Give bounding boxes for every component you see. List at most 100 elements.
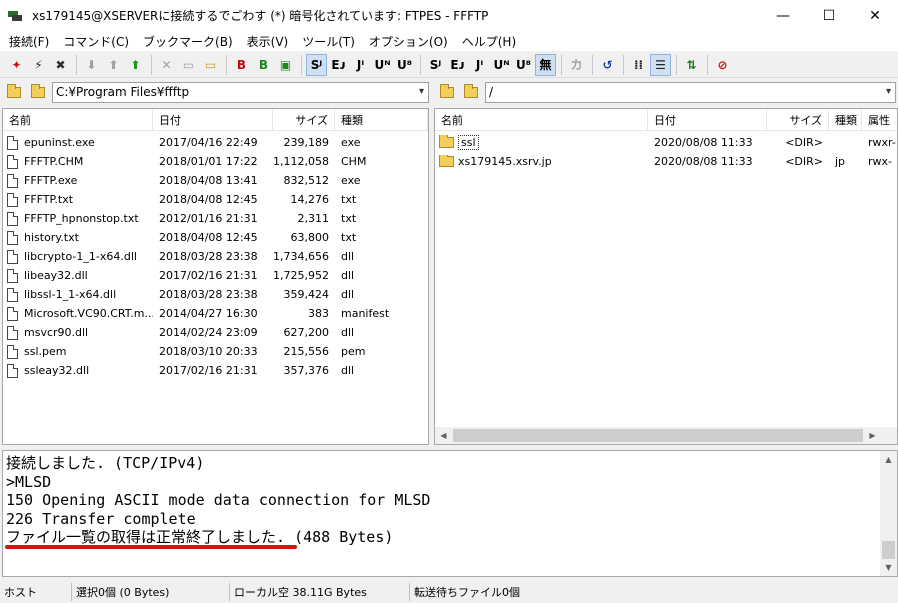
file-name-cell: FFFTP.txt bbox=[3, 192, 153, 207]
chevron-down-icon[interactable]: ▾ bbox=[886, 86, 891, 97]
dir-date: 2020/08/08 11:33 bbox=[654, 155, 753, 168]
rename-icon[interactable]: ▭ bbox=[178, 54, 199, 76]
remote-horizontal-scrollbar[interactable]: ◀ ▶ bbox=[435, 427, 897, 444]
table-row[interactable]: libcrypto-1_1-x64.dll 2018/03/28 23:38 1,7… bbox=[3, 247, 428, 266]
local-jis-icon[interactable]: Jᴵ bbox=[469, 54, 490, 76]
detail-view-icon[interactable]: ☰ bbox=[650, 53, 671, 76]
remote-col-date[interactable]: 日付 bbox=[648, 109, 767, 131]
menu-view[interactable]: 表示(V) bbox=[240, 33, 296, 50]
host-jis-icon[interactable]: Jᴵ bbox=[350, 54, 371, 76]
local-euc-icon[interactable]: Eᴊ bbox=[447, 54, 468, 76]
log-window[interactable]: 接続しました. (TCP/IPv4) >MLSD 150 Opening ASC… bbox=[2, 450, 898, 577]
menu-command[interactable]: コマンド(C) bbox=[56, 33, 136, 50]
file-name-cell: libcrypto-1_1-x64.dll bbox=[3, 249, 153, 264]
log-vertical-scrollbar[interactable]: ▲ ▼ bbox=[880, 451, 897, 576]
file-name: FFFTP_hpnonstop.txt bbox=[24, 212, 139, 225]
local-file-list[interactable]: 名前 日付 サイズ 種類 epuninst.exe 2017/04/16 22:4… bbox=[2, 108, 429, 445]
table-row[interactable]: ssl.pem 2018/03/10 20:33 215,556 pem bbox=[3, 342, 428, 361]
upload-icon[interactable]: ⬆ bbox=[103, 54, 124, 76]
chevron-down-icon[interactable]: ▾ bbox=[419, 86, 424, 97]
download-icon[interactable]: ⬇ bbox=[81, 54, 102, 76]
maximize-button[interactable]: ☐ bbox=[806, 0, 852, 31]
local-utf8n-icon[interactable]: Uᴺ bbox=[491, 54, 512, 76]
remote-col-attr[interactable]: 属性 bbox=[862, 109, 897, 131]
remote-col-name[interactable]: 名前 bbox=[435, 109, 648, 131]
delete-icon[interactable]: ✕ bbox=[156, 54, 177, 76]
local-col-date[interactable]: 日付 bbox=[153, 109, 273, 131]
scroll-thumb[interactable] bbox=[453, 429, 863, 442]
file-type: txt bbox=[341, 231, 357, 244]
local-up-folder-button[interactable] bbox=[4, 82, 24, 102]
disconnect-icon[interactable]: ✖ bbox=[50, 54, 71, 76]
table-row[interactable]: history.txt 2018/04/08 12:45 63,800 txt bbox=[3, 228, 428, 247]
title-bar: xs179145@XSERVERに接続するでごわす (*) 暗号化されています:… bbox=[0, 0, 898, 31]
list-view-icon[interactable]: ⁞⁞ bbox=[628, 54, 649, 76]
quick-connect-icon[interactable]: ⚡ bbox=[28, 54, 49, 76]
remote-path-row: / ▾ bbox=[433, 80, 898, 104]
toolbar-separator bbox=[707, 54, 708, 75]
table-row[interactable]: xs179145.xsrv.jp 2020/08/08 11:33 <DIR> jp r… bbox=[435, 152, 897, 171]
status-local-free: ローカル空 38.11G Bytes bbox=[230, 582, 410, 601]
mirror-upload-icon[interactable]: ⬆ bbox=[125, 54, 146, 76]
mkdir-icon[interactable]: ▭ bbox=[200, 54, 221, 76]
host-sjis-icon[interactable]: Sᴶ bbox=[306, 53, 327, 76]
menu-connect[interactable]: 接続(F) bbox=[2, 33, 56, 50]
auto-mode-icon[interactable]: ▣ bbox=[275, 54, 296, 76]
local-col-type[interactable]: 種類 bbox=[335, 109, 428, 131]
file-date: 2018/04/08 13:41 bbox=[159, 174, 258, 187]
host-euc-icon[interactable]: Eᴊ bbox=[328, 54, 349, 76]
table-row[interactable]: ssl 2020/08/08 11:33 <DIR> rwxr- bbox=[435, 133, 897, 152]
text-mode-icon[interactable]: B bbox=[231, 54, 252, 76]
file-date: 2017/02/16 21:31 bbox=[159, 364, 258, 377]
stop-icon[interactable]: ⊘ bbox=[712, 54, 733, 76]
menu-options[interactable]: オプション(O) bbox=[362, 33, 455, 50]
table-row[interactable]: FFFTP.exe 2018/04/08 13:41 832,512 exe bbox=[3, 171, 428, 190]
local-col-name[interactable]: 名前 bbox=[3, 109, 153, 131]
scroll-down-icon[interactable]: ▼ bbox=[880, 559, 897, 576]
scroll-up-icon[interactable]: ▲ bbox=[880, 451, 897, 468]
minimize-button[interactable]: — bbox=[760, 0, 806, 31]
table-row[interactable]: libssl-1_1-x64.dll 2018/03/28 23:38 359,42… bbox=[3, 285, 428, 304]
table-row[interactable]: ssleay32.dll 2017/02/16 21:31 357,376 dll bbox=[3, 361, 428, 380]
file-size: 832,512 bbox=[283, 174, 330, 187]
remote-file-list[interactable]: 名前 日付 サイズ 種類 属性 ssl 2020/08/08 11:33 <DIR>… bbox=[434, 108, 898, 445]
binary-mode-icon[interactable]: B bbox=[253, 54, 274, 76]
local-rows: epuninst.exe 2017/04/16 22:49 239,189 exe FF… bbox=[3, 133, 428, 380]
table-row[interactable]: epuninst.exe 2017/04/16 22:49 239,189 exe bbox=[3, 133, 428, 152]
local-open-folder-button[interactable] bbox=[28, 82, 48, 102]
table-row[interactable]: FFFTP_hpnonstop.txt 2012/01/16 21:31 2,311… bbox=[3, 209, 428, 228]
table-row[interactable]: Microsoft.VC90.CRT.m... 2014/04/27 16:30 3… bbox=[3, 304, 428, 323]
local-utf8-icon[interactable]: U⁸ bbox=[513, 54, 534, 76]
remote-col-type[interactable]: 種類 bbox=[829, 109, 862, 131]
file-name: libeay32.dll bbox=[24, 269, 88, 282]
menu-tools[interactable]: ツール(T) bbox=[295, 33, 362, 50]
remote-open-folder-button[interactable] bbox=[461, 82, 481, 102]
kana-icon[interactable]: カ bbox=[566, 54, 587, 76]
local-col-size[interactable]: サイズ bbox=[273, 109, 335, 131]
host-utf8n-icon[interactable]: Uᴺ bbox=[372, 54, 393, 76]
remote-up-folder-button[interactable] bbox=[437, 82, 457, 102]
ffftp-app-icon bbox=[8, 8, 24, 24]
remote-path-input[interactable]: / ▾ bbox=[485, 81, 896, 103]
connect-icon[interactable]: ✦ bbox=[6, 54, 27, 76]
table-row[interactable]: msvcr90.dll 2014/02/24 23:09 627,200 dll bbox=[3, 323, 428, 342]
no-convert-icon[interactable]: 無 bbox=[535, 53, 556, 76]
table-row[interactable]: FFFTP.CHM 2018/01/01 17:22 1,112,058 CHM bbox=[3, 152, 428, 171]
scroll-left-icon[interactable]: ◀ bbox=[435, 427, 452, 444]
local-path-input[interactable]: C:¥Program Files¥ffftp ▾ bbox=[52, 81, 429, 103]
table-row[interactable]: libeay32.dll 2017/02/16 21:31 1,725,952 dll bbox=[3, 266, 428, 285]
refresh-icon[interactable]: ↺ bbox=[597, 54, 618, 76]
host-utf8-icon[interactable]: U⁸ bbox=[394, 54, 415, 76]
sync-icon[interactable]: ⇅ bbox=[681, 54, 702, 76]
table-row[interactable]: FFFTP.txt 2018/04/08 12:45 14,276 txt bbox=[3, 190, 428, 209]
scroll-right-icon[interactable]: ▶ bbox=[864, 427, 881, 444]
close-button[interactable]: ✕ bbox=[852, 0, 898, 31]
folder-up-icon bbox=[440, 83, 454, 98]
remote-col-size[interactable]: サイズ bbox=[767, 109, 829, 131]
scroll-thumb[interactable] bbox=[882, 541, 895, 559]
local-sjis-icon[interactable]: Sᴶ bbox=[425, 54, 446, 76]
menu-help[interactable]: ヘルプ(H) bbox=[455, 33, 523, 50]
status-host: ホスト bbox=[0, 582, 72, 601]
menu-bookmark[interactable]: ブックマーク(B) bbox=[136, 33, 240, 50]
log-line: >MLSD bbox=[6, 472, 52, 491]
